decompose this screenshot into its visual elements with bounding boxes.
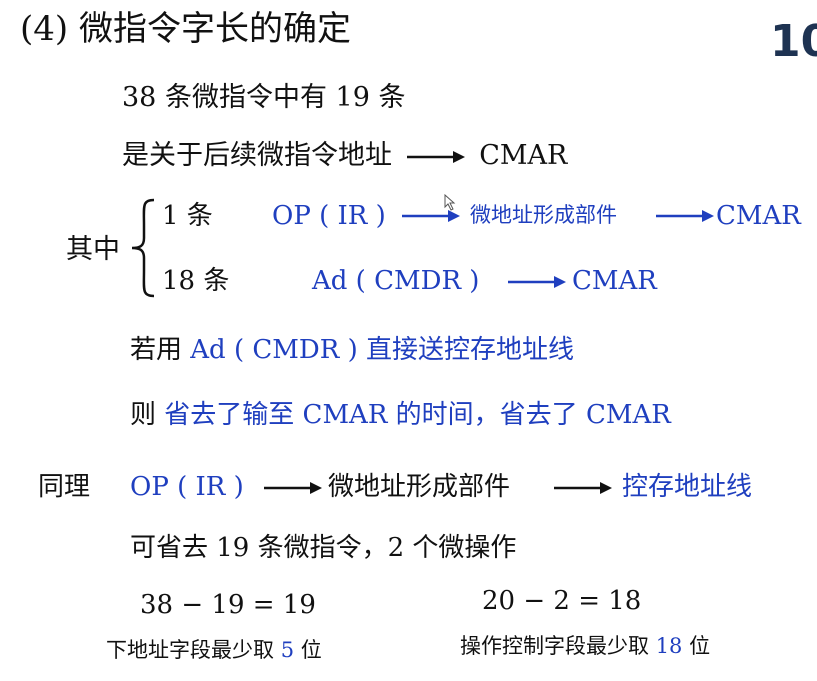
row1-count: 1 条 — [162, 201, 213, 231]
text-line-kesheng: 可省去 19 条微指令，2 个微操作 — [130, 533, 517, 563]
tongli-mid: 微地址形成部件 — [328, 472, 511, 502]
ruoyong-prefix: 若用 — [130, 335, 183, 365]
bottom-right-note: 操作控制字段最少取 18 位 — [460, 636, 710, 657]
tongli-prefix: 同理 — [38, 472, 91, 502]
bottom-left-num: 5 — [280, 638, 295, 662]
text-line-ruoyong: 若用 Ad ( CMDR ) 直接送控存地址线 — [130, 337, 574, 363]
bottom-right-num: 18 — [655, 634, 683, 658]
row1-dst: CMAR — [716, 201, 801, 231]
bottom-left-note: 下地址字段最少取 5 位 — [106, 640, 322, 661]
bottom-left-text: 下地址字段最少取 — [106, 638, 274, 662]
arrow-right-icon — [554, 482, 612, 494]
bottom-right-text: 操作控制字段最少取 — [460, 634, 649, 658]
tongli-dst: 控存地址线 — [622, 472, 753, 502]
text-line-1: 38 条微指令中有 19 条 — [122, 82, 406, 113]
calc-right: 20 − 2 = 18 — [482, 586, 642, 616]
bottom-left-unit: 位 — [300, 638, 322, 662]
tongli-src: OP ( IR ) — [130, 472, 244, 502]
row1-src: OP ( IR ) — [272, 201, 386, 231]
arrow-right-icon — [656, 210, 714, 222]
row1-mid: 微地址形成部件 — [470, 203, 617, 227]
arrow-right-icon — [508, 276, 566, 288]
arrow-right-icon — [406, 150, 465, 163]
line2-text: 是关于后续微指令地址 — [122, 140, 392, 171]
line2-target: CMAR — [479, 140, 568, 171]
bottom-right-unit: 位 — [689, 634, 711, 658]
row2-dst: CMAR — [572, 266, 657, 296]
text-line-2: 是关于后续微指令地址 CMAR — [122, 142, 567, 169]
qizhong-label: 其中 — [66, 234, 120, 265]
text-line-ze: 则 省去了输至 CMAR 的时间，省去了 CMAR — [130, 402, 671, 428]
row2-count: 18 条 — [162, 266, 230, 296]
ze-rest: 省去了输至 CMAR 的时间，省去了 CMAR — [164, 400, 671, 430]
calc-left: 38 − 19 = 19 — [140, 590, 316, 620]
ruoyong-src: Ad ( CMDR ) — [190, 335, 358, 365]
ruoyong-rest: 直接送控存地址线 — [366, 335, 575, 365]
mouse-cursor-icon — [444, 194, 456, 211]
page-title: (4) 微指令字长的确定 — [20, 9, 351, 49]
row2-src: Ad ( CMDR ) — [312, 266, 480, 296]
curly-brace-icon — [131, 198, 155, 298]
page-number: 10 — [770, 16, 817, 67]
ze-prefix: 则 — [130, 400, 157, 430]
arrow-right-icon — [264, 482, 322, 494]
